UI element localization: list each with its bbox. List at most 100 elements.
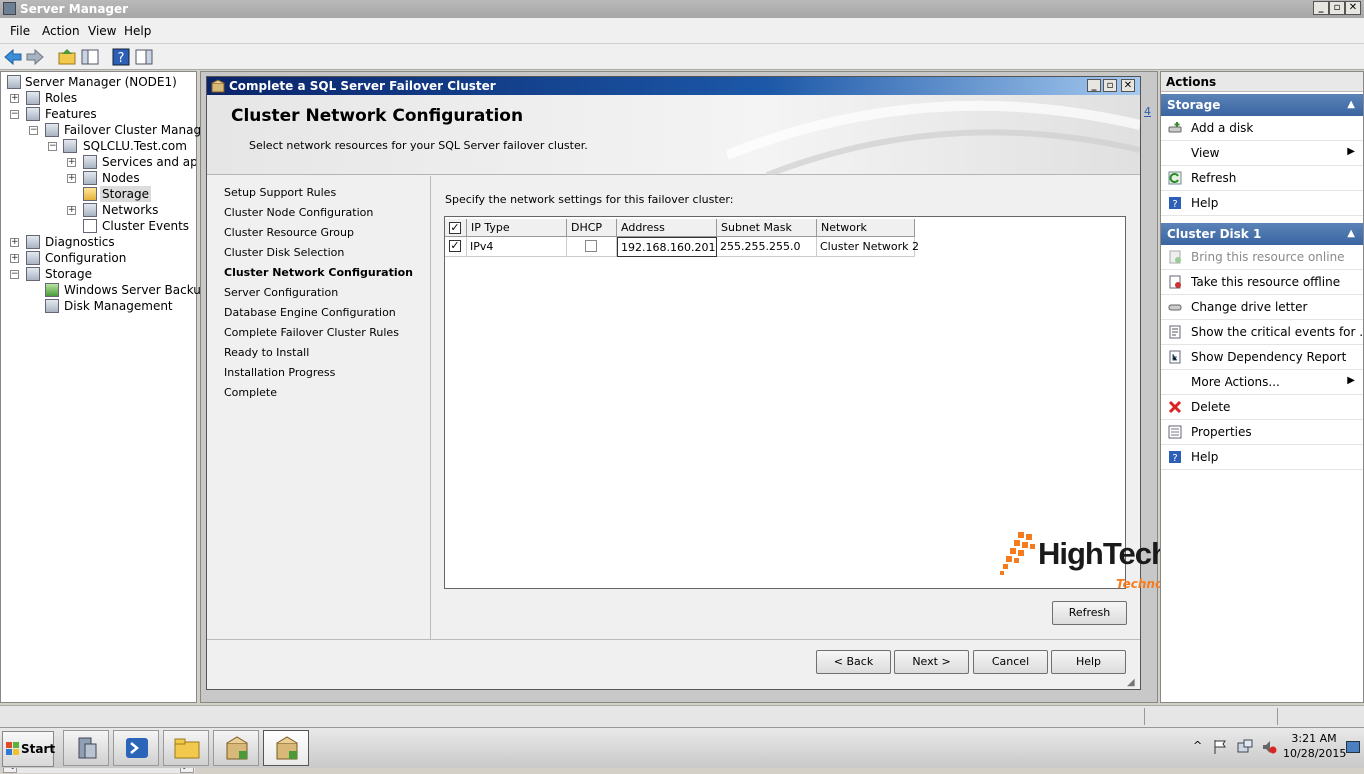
cluster-disk-section-header[interactable]: Cluster Disk 1 ▲ xyxy=(1161,223,1363,245)
expand-icon[interactable]: + xyxy=(67,158,76,167)
dhcp-checkbox[interactable] xyxy=(585,240,597,252)
tree-item-cluster-events[interactable]: Cluster Events xyxy=(102,218,189,234)
system-clock[interactable]: 3:21 AM 10/28/2015 xyxy=(1283,731,1346,761)
dialog-minimize-button[interactable]: _ xyxy=(1087,79,1101,92)
step-cluster-disk-selection[interactable]: Cluster Disk Selection xyxy=(224,246,344,259)
column-header-network[interactable]: Network xyxy=(817,219,915,237)
close-button[interactable]: ✕ xyxy=(1345,1,1361,15)
action-change-drive-letter[interactable]: Change drive letter xyxy=(1161,295,1363,320)
action-help[interactable]: ? Help xyxy=(1161,191,1363,216)
back-arrow-icon[interactable] xyxy=(3,47,23,67)
chevron-up-icon[interactable]: ▲ xyxy=(1347,94,1355,116)
show-hide-action-pane-icon[interactable] xyxy=(134,47,154,67)
menu-view[interactable]: View xyxy=(88,24,116,38)
help-button[interactable]: Help xyxy=(1051,650,1126,674)
tree-item-storage-selected[interactable]: Storage xyxy=(100,186,151,202)
row-select-checkbox[interactable]: ✓ xyxy=(449,240,461,252)
tree-item-diagnostics[interactable]: Diagnostics xyxy=(45,234,115,250)
step-server-configuration[interactable]: Server Configuration xyxy=(224,286,338,299)
step-cluster-node-configuration[interactable]: Cluster Node Configuration xyxy=(224,206,373,219)
tree-item-cluster[interactable]: SQLCLU.Test.com xyxy=(83,138,187,154)
up-folder-icon[interactable] xyxy=(57,47,77,67)
network-icon[interactable] xyxy=(1237,739,1253,755)
cell-subnet-mask[interactable]: 255.255.255.0 xyxy=(717,237,817,257)
cell-network[interactable]: Cluster Network 2 xyxy=(817,237,919,257)
show-hide-tree-icon[interactable] xyxy=(80,47,100,67)
dialog-maximize-button[interactable]: ▫ xyxy=(1103,79,1117,92)
taskbar-powershell[interactable] xyxy=(113,730,159,766)
action-more-actions[interactable]: More Actions... ▶ xyxy=(1161,370,1363,395)
step-cluster-network-configuration[interactable]: Cluster Network Configuration xyxy=(224,266,413,279)
action-bring-online[interactable]: Bring this resource online xyxy=(1161,245,1363,270)
action-help-disk[interactable]: ? Help xyxy=(1161,445,1363,470)
taskbar-server-manager[interactable] xyxy=(63,730,109,766)
expand-icon[interactable]: + xyxy=(10,254,19,263)
tree-item-disk-management[interactable]: Disk Management xyxy=(64,298,173,314)
address-input[interactable]: 192.168.160.201 xyxy=(617,237,717,257)
tree-item-failover-cluster-manager[interactable]: Failover Cluster Manager xyxy=(64,122,213,138)
action-show-dependency-report[interactable]: Show Dependency Report xyxy=(1161,345,1363,370)
storage-section-header[interactable]: Storage ▲ xyxy=(1161,94,1363,116)
tree-item-services[interactable]: Services and applica xyxy=(102,154,196,170)
step-installation-progress[interactable]: Installation Progress xyxy=(224,366,335,379)
action-center-flag-icon[interactable] xyxy=(1212,739,1228,755)
step-complete-failover-cluster-rules[interactable]: Complete Failover Cluster Rules xyxy=(224,326,399,339)
step-complete[interactable]: Complete xyxy=(224,386,277,399)
next-button[interactable]: Next > xyxy=(894,650,969,674)
column-header-subnet-mask[interactable]: Subnet Mask xyxy=(717,219,817,237)
column-header-ip-type[interactable]: IP Type xyxy=(467,219,567,237)
tree-item-features[interactable]: Features xyxy=(45,106,97,122)
forward-arrow-icon[interactable] xyxy=(25,47,45,67)
dialog-close-button[interactable]: ✕ xyxy=(1121,79,1135,92)
start-button[interactable]: Start xyxy=(2,731,55,767)
step-ready-to-install[interactable]: Ready to Install xyxy=(224,346,309,359)
action-view[interactable]: View ▶ xyxy=(1161,141,1363,166)
taskbar-sql-setup-1[interactable] xyxy=(213,730,259,766)
action-take-offline[interactable]: Take this resource offline xyxy=(1161,270,1363,295)
column-header-dhcp[interactable]: DHCP xyxy=(567,219,617,237)
chevron-up-icon[interactable]: ▲ xyxy=(1347,223,1355,245)
expand-icon[interactable]: + xyxy=(10,238,19,247)
step-database-engine-configuration[interactable]: Database Engine Configuration xyxy=(224,306,396,319)
page-indicator[interactable]: 4 xyxy=(1144,105,1151,118)
menu-help[interactable]: Help xyxy=(124,24,151,38)
tree-item-storage[interactable]: Storage xyxy=(45,266,92,282)
step-setup-support-rules[interactable]: Setup Support Rules xyxy=(224,186,336,199)
collapse-icon[interactable]: − xyxy=(10,270,19,279)
step-cluster-resource-group[interactable]: Cluster Resource Group xyxy=(224,226,354,239)
taskbar-explorer[interactable] xyxy=(163,730,209,766)
expand-icon[interactable]: + xyxy=(67,206,76,215)
resize-grip-icon[interactable]: ◢ xyxy=(1127,677,1135,688)
tree-item-networks[interactable]: Networks xyxy=(102,202,158,218)
show-hidden-icons-icon[interactable]: ^ xyxy=(1193,739,1202,752)
tree-item-nodes[interactable]: Nodes xyxy=(102,170,140,186)
action-properties[interactable]: Properties xyxy=(1161,420,1363,445)
action-refresh[interactable]: Refresh xyxy=(1161,166,1363,191)
expand-icon[interactable]: + xyxy=(67,174,76,183)
minimize-button[interactable]: _ xyxy=(1313,1,1329,15)
back-button[interactable]: < Back xyxy=(816,650,891,674)
maximize-button[interactable]: ▫ xyxy=(1329,1,1345,15)
tree-item-configuration[interactable]: Configuration xyxy=(45,250,126,266)
tree-item-roles[interactable]: Roles xyxy=(45,90,77,106)
tree-item-windows-server-backup[interactable]: Windows Server Backup xyxy=(64,282,209,298)
tree-item-server-manager[interactable]: Server Manager (NODE1) xyxy=(25,74,177,90)
collapse-icon[interactable]: − xyxy=(29,126,38,135)
action-add-a-disk[interactable]: Add a disk xyxy=(1161,116,1363,141)
taskbar-sql-setup-2[interactable] xyxy=(263,730,309,766)
collapse-icon[interactable]: − xyxy=(10,110,19,119)
menu-file[interactable]: File xyxy=(10,24,30,38)
refresh-button[interactable]: Refresh xyxy=(1052,601,1127,625)
roles-icon xyxy=(26,91,40,105)
show-desktop-icon[interactable] xyxy=(1346,741,1360,753)
menu-action[interactable]: Action xyxy=(42,24,80,38)
expand-icon[interactable]: + xyxy=(10,94,19,103)
select-all-checkbox[interactable]: ✓ xyxy=(449,222,461,234)
collapse-icon[interactable]: − xyxy=(48,142,57,151)
column-header-address[interactable]: Address xyxy=(617,219,717,237)
help-icon[interactable]: ? xyxy=(111,47,131,67)
volume-muted-icon[interactable] xyxy=(1261,739,1277,755)
action-delete[interactable]: Delete xyxy=(1161,395,1363,420)
cancel-button[interactable]: Cancel xyxy=(973,650,1048,674)
action-show-critical-events[interactable]: Show the critical events for ... xyxy=(1161,320,1364,345)
